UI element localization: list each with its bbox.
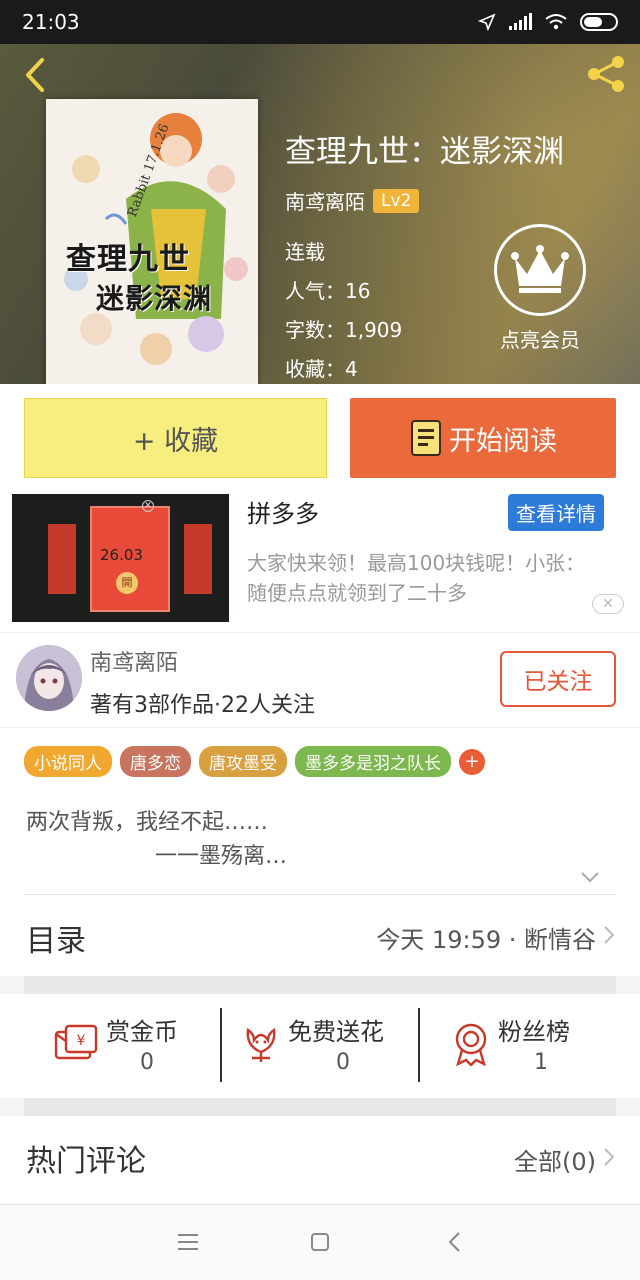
gift-bar: ¥ 赏金币 0 免费送花 0 粉丝榜 1: [0, 994, 640, 1098]
gift-label: 免费送花: [288, 1018, 384, 1046]
table-of-contents-row[interactable]: 目录 今天 19:59 · 断情谷: [0, 896, 640, 976]
follow-button[interactable]: 已关注: [500, 651, 616, 707]
system-nav-bar: [0, 1204, 640, 1280]
chevron-down-icon[interactable]: [580, 870, 600, 884]
tag[interactable]: 唐多恋: [120, 746, 191, 777]
vip-button[interactable]: 点亮会员: [490, 224, 590, 353]
start-reading-label: 开始阅读: [449, 425, 557, 457]
author-card-info: 著有3部作品·22人关注: [90, 693, 315, 718]
ad-image-panel: [48, 524, 76, 594]
section-divider: [24, 976, 616, 994]
tags-synopsis-section: 小说同人 唐多恋 唐攻墨受 墨多多是羽之队长 + 两次背叛，我经不起…… 一一墨…: [0, 728, 640, 896]
status-bar: 21:03: [0, 0, 640, 44]
toc-label: 目录: [26, 924, 86, 959]
author-card-name[interactable]: 南鸢离陌: [90, 645, 178, 677]
author-name[interactable]: 南鸢离陌: [285, 186, 365, 215]
back-arrow-icon[interactable]: [18, 54, 58, 94]
tag[interactable]: 小说同人: [24, 746, 112, 777]
book-icon: [411, 420, 441, 456]
cover-title-line1: 查理九世: [66, 242, 190, 277]
gift-count: 0: [336, 1050, 350, 1075]
flower-icon: [246, 1027, 276, 1062]
synopsis-line1: 两次背叛，我经不起……: [26, 810, 269, 835]
ad-detail-button[interactable]: 查看详情: [508, 494, 604, 531]
tag[interactable]: 墨多多是羽之队长: [295, 746, 451, 777]
home-icon[interactable]: [305, 1227, 335, 1257]
ad-title: 拼多多: [247, 500, 319, 528]
chevron-right-icon: [604, 1148, 615, 1166]
share-icon[interactable]: [584, 52, 628, 96]
serial-status: 连载: [285, 240, 325, 264]
synopsis-line2: 一一墨殇离…: [155, 844, 288, 869]
book-title: 查理九世：迷影深渊: [285, 134, 564, 170]
ad-text: 大家快来领！最高100块钱呢！小张：随便点点就领到了二十多: [247, 551, 586, 605]
status-icons: [478, 10, 620, 34]
author-row[interactable]: 南鸢离陌 Lv2: [285, 186, 420, 215]
gift-label: 粉丝榜: [498, 1018, 570, 1046]
location-icon: [478, 13, 496, 31]
tag[interactable]: 唐攻墨受: [199, 746, 287, 777]
author-card[interactable]: 南鸢离陌 著有3部作品·22人关注 已关注: [0, 632, 640, 728]
ad-image[interactable]: 26.03 開 ✕: [12, 494, 229, 622]
vip-label: 点亮会员: [500, 328, 580, 352]
back-icon[interactable]: [440, 1227, 470, 1257]
gift-separator: [220, 1008, 222, 1082]
gift-item-coins[interactable]: ¥ 赏金币 0: [50, 1008, 200, 1088]
gift-item-flowers[interactable]: 免费送花 0: [240, 1008, 410, 1088]
cover-title-line2: 迷影深渊: [96, 282, 213, 315]
gift-count: 0: [140, 1050, 154, 1075]
avatar[interactable]: [16, 645, 82, 711]
hot-comments-row[interactable]: 热门评论 全部(0): [0, 1116, 640, 1204]
section-divider: [24, 1098, 616, 1116]
battery-icon: [580, 13, 618, 31]
chevron-right-icon: [604, 926, 615, 944]
all-comments-link[interactable]: 全部(0): [514, 1142, 596, 1177]
ad-image-close-icon: ✕: [142, 500, 154, 512]
ad-coin: 開: [116, 572, 138, 594]
favorites-count: 收藏：4: [285, 357, 358, 381]
book-cover[interactable]: Rabbit 17.1.26 查理九世 迷影深渊: [46, 99, 258, 384]
gift-item-fans[interactable]: 粉丝榜 1: [450, 1008, 600, 1088]
ad-close-icon[interactable]: ✕: [592, 594, 624, 614]
level-badge: Lv2: [373, 188, 420, 213]
crown-circle: [494, 224, 586, 316]
wifi-icon: [545, 14, 567, 30]
medal-icon: [455, 1023, 487, 1066]
status-time: 21:03: [22, 10, 80, 34]
signal-icon: [509, 13, 532, 30]
book-header: Rabbit 17.1.26 查理九世 迷影深渊 查理九世：迷影深渊 南鸢离陌 …: [0, 44, 640, 384]
collect-button[interactable]: + 收藏: [24, 398, 327, 478]
gift-count: 1: [534, 1050, 548, 1075]
latest-chapter: 今天 19:59 · 断情谷: [376, 926, 596, 954]
avatar-illustration: [16, 645, 82, 711]
popularity: 人气：16: [285, 279, 371, 303]
menu-icon[interactable]: [173, 1227, 203, 1257]
red-envelope-icon: ¥: [54, 1024, 98, 1060]
ad-image-panel: [184, 524, 212, 594]
divider: [24, 894, 616, 895]
gift-label: 赏金币: [106, 1018, 178, 1046]
gift-separator: [418, 1008, 420, 1082]
word-count: 字数：1,909: [285, 318, 403, 342]
svg-text:¥: ¥: [77, 1033, 86, 1049]
start-reading-button[interactable]: 开始阅读: [350, 398, 616, 478]
action-bar: + 收藏 开始阅读: [0, 384, 640, 494]
add-tag-button[interactable]: +: [459, 748, 485, 775]
tag-list: 小说同人 唐多恋 唐攻墨受 墨多多是羽之队长 +: [24, 746, 485, 777]
hot-comments-label: 热门评论: [26, 1144, 146, 1179]
crown-icon: [511, 245, 569, 293]
ad-amount: 26.03: [100, 546, 143, 564]
ad-banner[interactable]: 26.03 開 ✕ 拼多多 查看详情 大家快来领！最高100块钱呢！小张：随便点…: [0, 494, 640, 632]
